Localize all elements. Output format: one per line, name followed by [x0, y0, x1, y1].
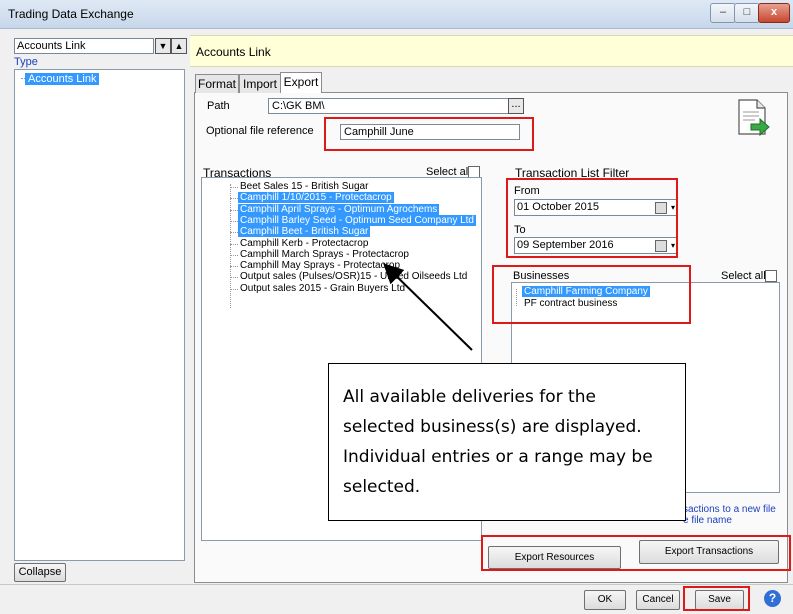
callout-box: All available deliveries for the selecte…: [328, 363, 686, 521]
callout-text: All available deliveries for the selecte…: [343, 387, 653, 497]
callout-arrow: [383, 263, 473, 351]
